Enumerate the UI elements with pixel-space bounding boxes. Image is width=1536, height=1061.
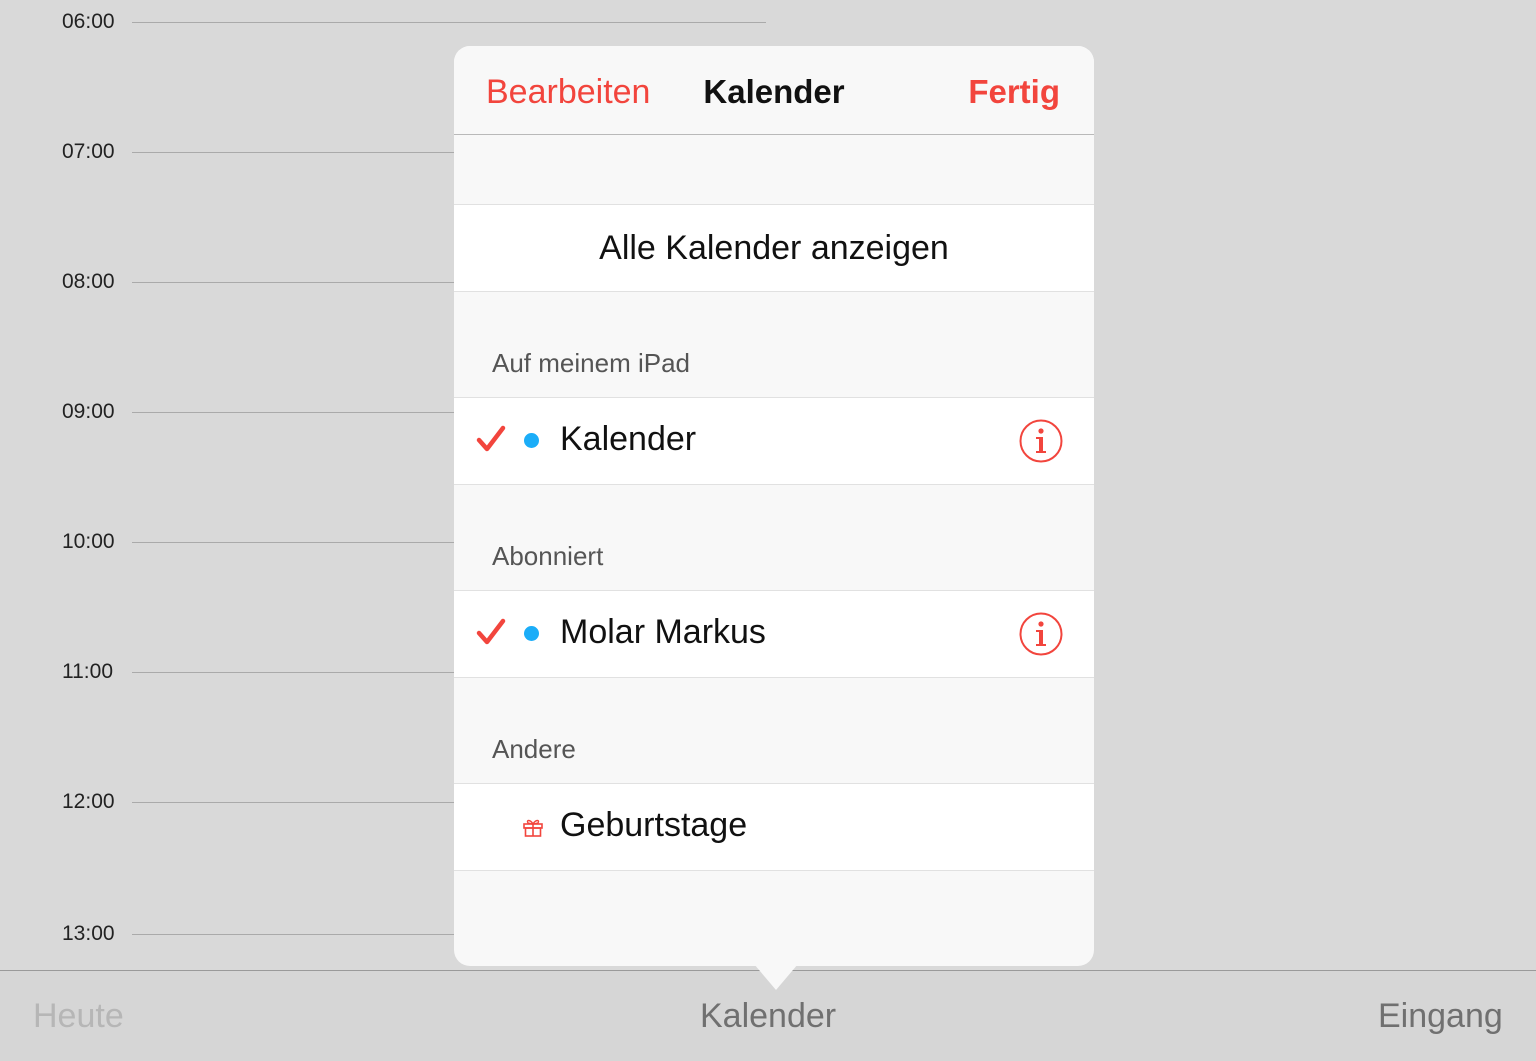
popover-nav-bar: Bearbeiten Kalender Fertig [454,46,1094,135]
hour-row: 06:00 [0,10,766,34]
info-icon[interactable] [1019,419,1063,463]
checkmark-icon [476,618,506,645]
hour-label: 08:00 [62,270,115,293]
done-button[interactable]: Fertig [968,73,1060,111]
hour-label: 09:00 [62,400,115,423]
hour-divider [132,22,766,23]
calendar-row-molar-markus[interactable]: Molar Markus [454,590,1094,678]
popover-arrow [754,964,798,990]
inbox-button[interactable]: Eingang [1378,997,1503,1036]
show-all-calendars-button[interactable]: Alle Kalender anzeigen [454,204,1094,292]
calendar-color-dot [524,626,539,641]
calendar-row-kalender[interactable]: Kalender [454,397,1094,485]
today-button[interactable]: Heute [33,997,124,1036]
calendar-row-label: Kalender [560,420,697,458]
hour-label: 07:00 [62,140,115,163]
calendar-row-birthdays[interactable]: Geburtstage [454,783,1094,871]
calendar-color-dot [524,433,539,448]
section-header-on-my-ipad: Auf meinem iPad [492,348,690,378]
checkmark-icon [476,425,506,452]
section-header-other: Andere [492,734,576,764]
info-icon[interactable] [1019,612,1063,656]
hour-label: 10:00 [62,530,115,553]
calendars-popover: Bearbeiten Kalender Fertig Alle Kalender… [454,46,1094,966]
hour-label: 11:00 [62,660,113,683]
hour-label: 06:00 [62,10,115,33]
show-all-calendars-label: Alle Kalender anzeigen [599,229,949,267]
calendars-button[interactable]: Kalender [700,997,836,1036]
hour-label: 12:00 [62,790,115,813]
calendar-row-label: Molar Markus [560,613,766,651]
section-header-subscribed: Abonniert [492,541,604,571]
hour-label: 13:00 [62,922,115,945]
calendar-row-label: Geburtstage [560,806,748,844]
gift-icon [523,819,543,837]
